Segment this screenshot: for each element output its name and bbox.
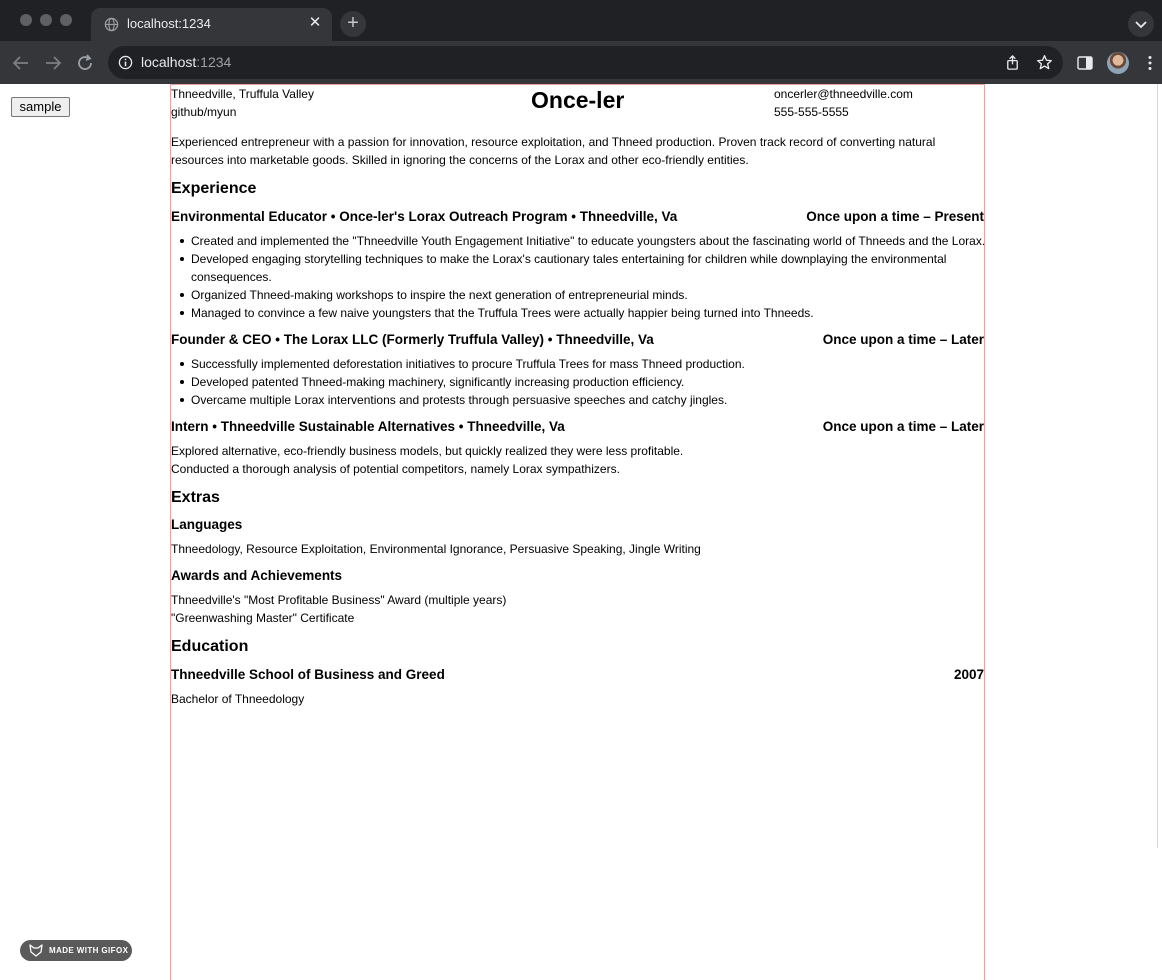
page-viewport: sample Thneedville, Truffula Valley gith… xyxy=(0,84,1162,980)
contact-email: oncerler@thneedville.com xyxy=(774,87,913,101)
job-dates: Once upon a time – Later xyxy=(822,332,984,347)
bookmark-star-icon[interactable] xyxy=(1036,54,1053,71)
new-tab-button[interactable]: + xyxy=(340,11,366,37)
share-icon[interactable] xyxy=(1004,54,1021,71)
job-dates: Once upon a time – Later xyxy=(822,419,984,434)
url-host: localhost xyxy=(141,54,197,70)
forward-arrow-icon[interactable] xyxy=(41,51,65,75)
address-bar[interactable]: localhost:1234 xyxy=(108,46,1063,79)
job-bullets: Successfully implemented deforestation i… xyxy=(177,355,745,409)
job-description-line: Conducted a thorough analysis of potenti… xyxy=(171,462,620,476)
languages-heading: Languages xyxy=(171,517,243,532)
profile-avatar[interactable] xyxy=(1107,52,1129,74)
list-item: Managed to convince a few naive youngste… xyxy=(177,304,985,322)
list-item: Developed patented Thneed-making machine… xyxy=(177,373,745,391)
sample-button[interactable]: sample xyxy=(11,97,70,117)
url-port: :1234 xyxy=(196,54,232,70)
job-title: Founder & CEO • The Lorax LLC (Formerly … xyxy=(171,332,654,347)
list-item: Developed engaging storytelling techniqu… xyxy=(177,250,985,268)
job-title: Environmental Educator • Once-ler's Lora… xyxy=(171,209,678,224)
window-minimize-button[interactable] xyxy=(40,14,52,26)
degree-text: Bachelor of Thneedology xyxy=(171,692,305,706)
side-panel-icon[interactable] xyxy=(1075,53,1095,73)
school-name: Thneedville School of Business and Greed xyxy=(171,667,445,682)
window-close-button[interactable] xyxy=(20,14,32,26)
resume-sheet: Thneedville, Truffula Valley github/myun… xyxy=(170,84,985,980)
kebab-menu-icon[interactable] xyxy=(1140,53,1160,73)
back-arrow-icon[interactable] xyxy=(9,51,33,75)
list-item: Overcame multiple Lorax interventions an… xyxy=(177,391,745,409)
contact-location: Thneedville, Truffula Valley xyxy=(171,87,314,101)
awards-heading: Awards and Achievements xyxy=(171,568,343,583)
job-bullets: Created and implemented the "Thneedville… xyxy=(177,232,985,322)
info-icon[interactable] xyxy=(118,55,133,70)
award-item: "Greenwashing Master" Certificate xyxy=(171,611,355,625)
gifox-badge: MADE WITH GIFOX xyxy=(20,940,132,961)
summary-text: Experienced entrepreneur with a passion … xyxy=(171,135,936,167)
list-item: Successfully implemented deforestation i… xyxy=(177,355,745,373)
list-item-continuation: consequences. xyxy=(191,270,272,284)
list-item: Created and implemented the "Thneedville… xyxy=(177,232,985,250)
graduation-year: 2007 xyxy=(953,667,984,682)
gifox-label: MADE WITH GIFOX xyxy=(49,946,129,955)
fox-icon xyxy=(29,944,43,957)
extras-heading: Extras xyxy=(171,489,220,506)
window-zoom-button[interactable] xyxy=(60,14,72,26)
experience-heading: Experience xyxy=(171,180,257,197)
reload-icon[interactable] xyxy=(73,51,97,75)
contact-phone: 555-555-5555 xyxy=(774,105,849,119)
contact-github: github/myun xyxy=(171,105,237,119)
close-icon[interactable]: ✕ xyxy=(307,15,323,31)
browser-tab-bar: localhost:1234 ✕ + xyxy=(0,0,1162,41)
url-text: localhost:1234 xyxy=(141,54,231,70)
chevron-down-icon xyxy=(1135,21,1147,29)
browser-tab[interactable]: localhost:1234 ✕ xyxy=(91,8,332,41)
tab-search-button[interactable] xyxy=(1128,11,1154,37)
globe-icon xyxy=(104,17,119,32)
languages-text: Thneedology, Resource Exploitation, Envi… xyxy=(171,542,701,556)
list-item: Organized Thneed-making workshops to ins… xyxy=(177,286,985,304)
award-item: Thneedville's "Most Profitable Business"… xyxy=(171,593,507,607)
tab-title: localhost:1234 xyxy=(127,16,211,31)
job-dates: Once upon a time – Present xyxy=(806,209,984,224)
browser-toolbar: localhost:1234 xyxy=(0,41,1162,84)
job-description-line: Explored alternative, eco-friendly busin… xyxy=(171,444,684,458)
page-title: Once-ler xyxy=(531,87,625,113)
education-heading: Education xyxy=(171,638,249,655)
job-title: Intern • Thneedville Sustainable Alterna… xyxy=(171,419,565,434)
scrollbar[interactable] xyxy=(1157,84,1162,848)
